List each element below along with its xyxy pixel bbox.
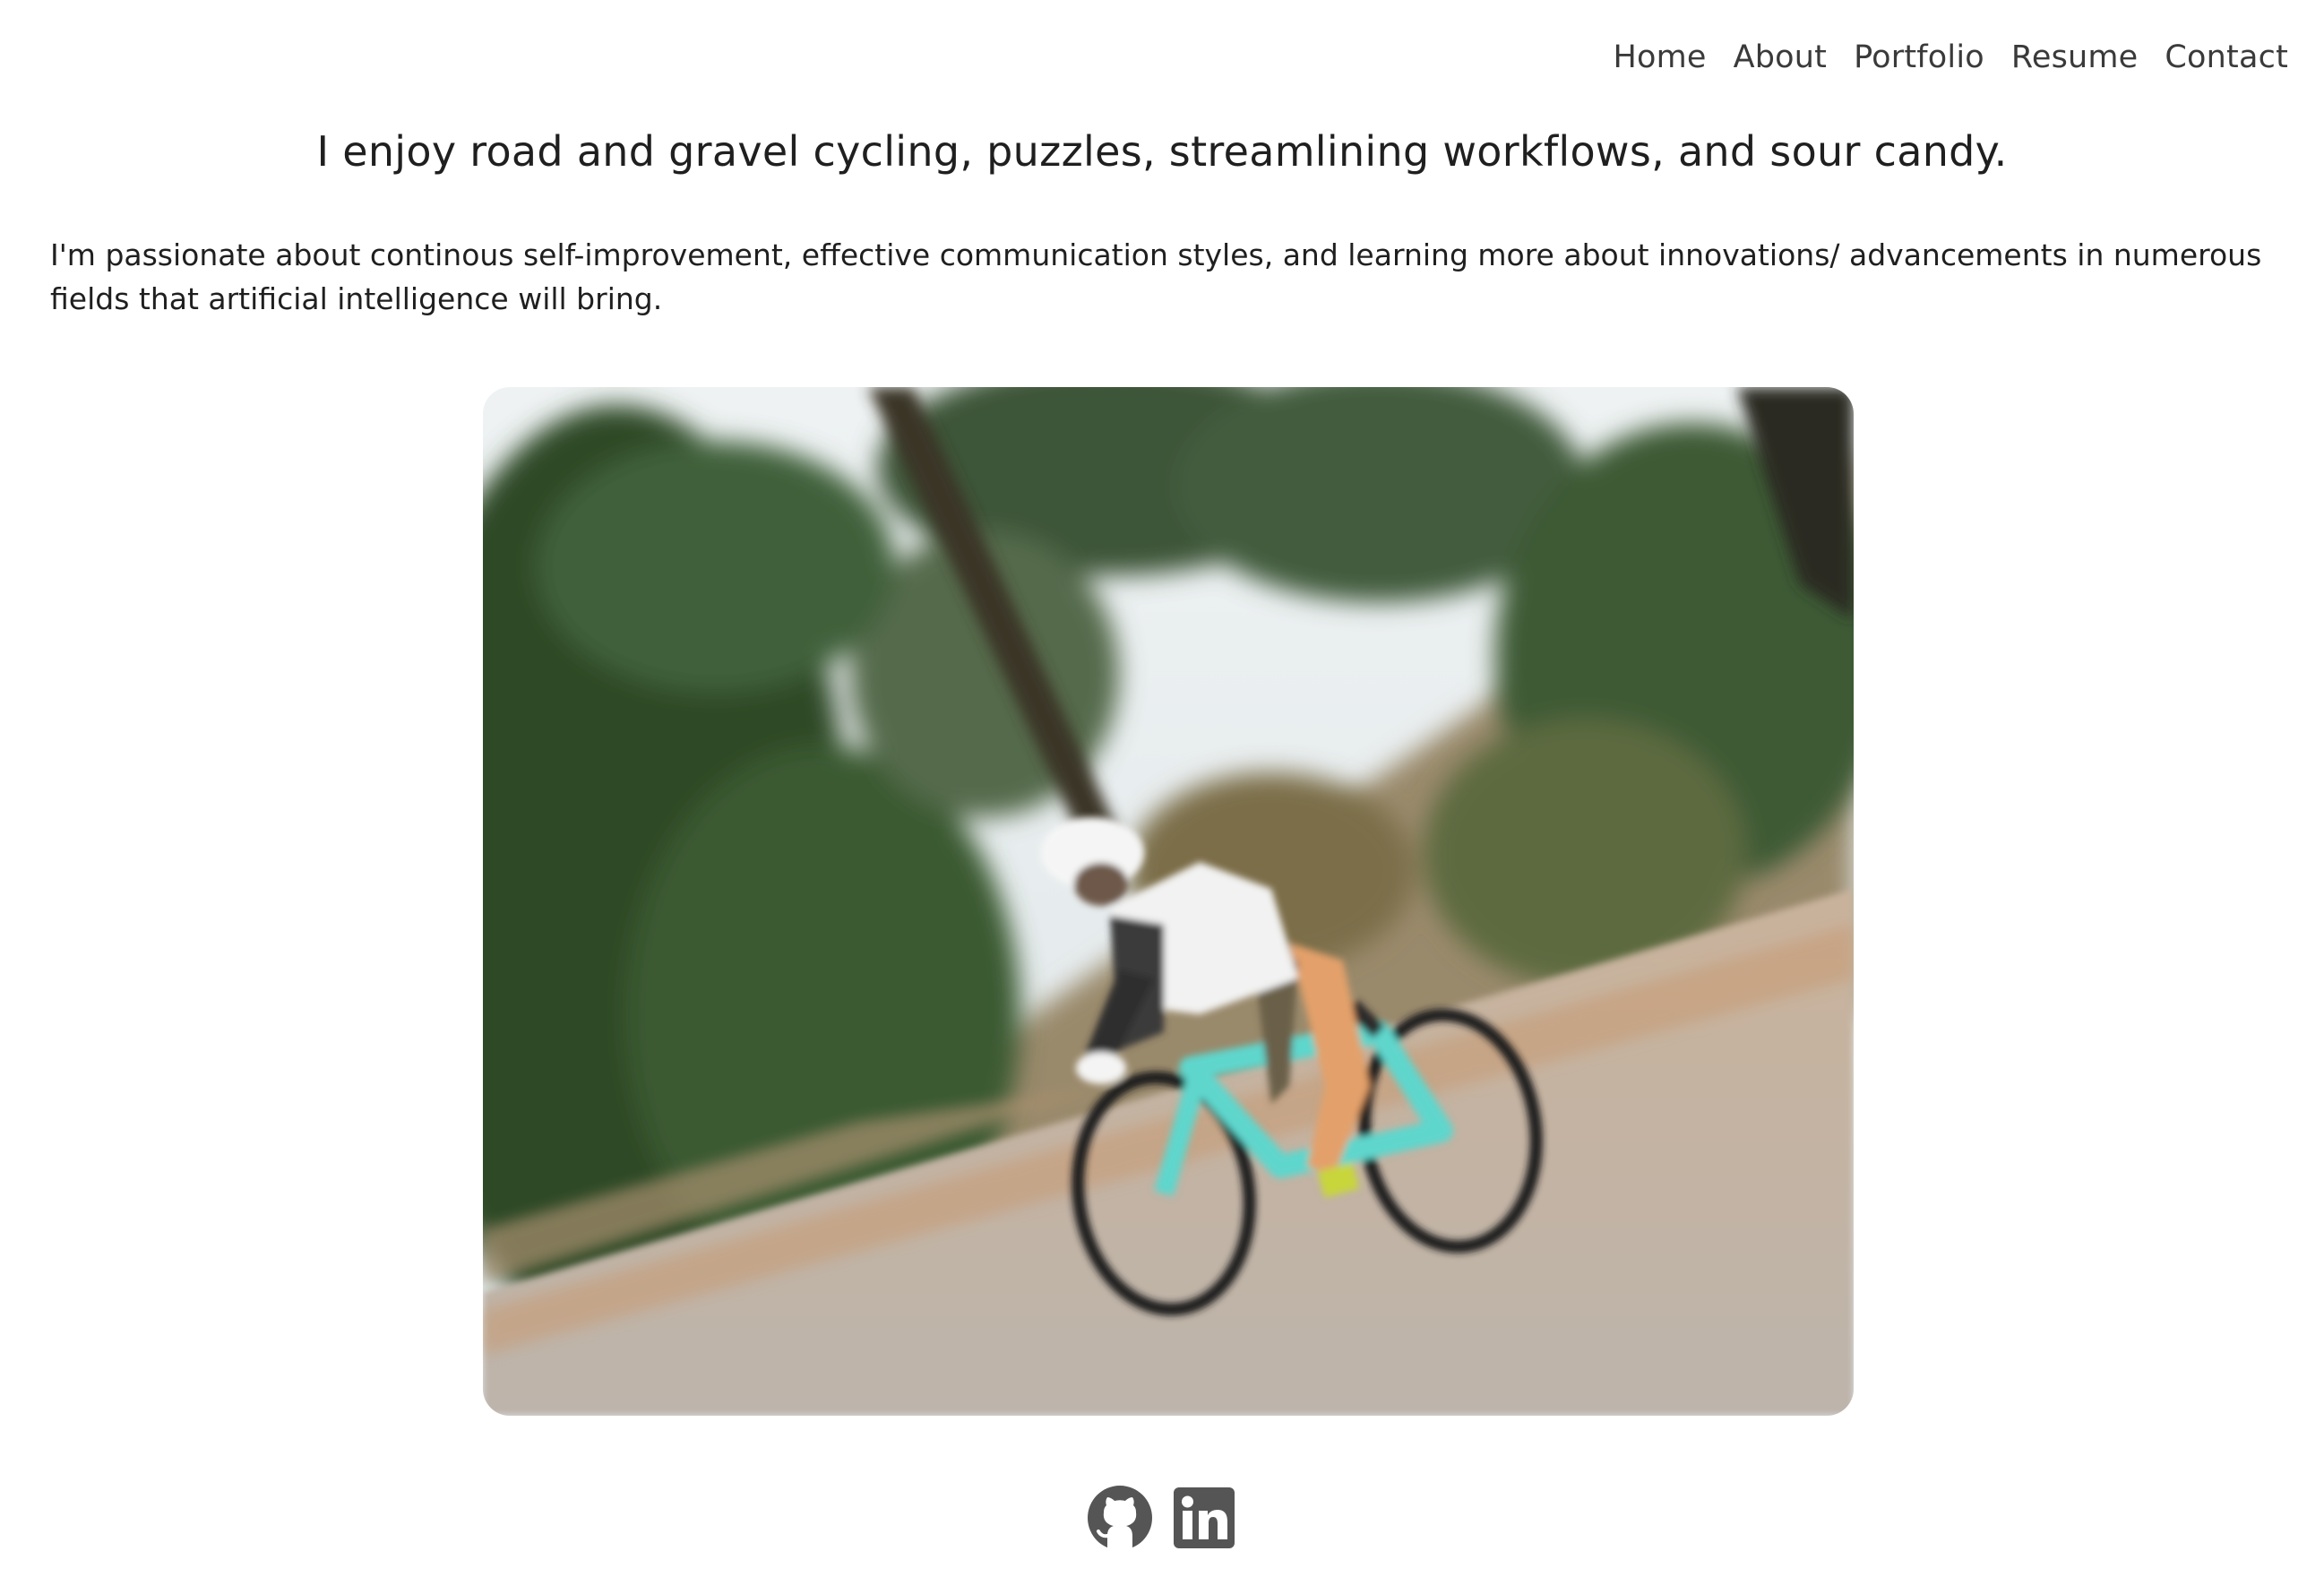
about-bio: I'm passionate about continous self-impr… [50,237,2262,316]
about-page: Home About Portfolio Resume Contact I en… [0,0,2324,1577]
nav-contact-link[interactable]: Contact [2165,39,2288,75]
cyclist-photo [483,387,1854,1416]
nav-portfolio-link[interactable]: Portfolio [1854,39,1984,75]
top-nav: Home About Portfolio Resume Contact [1613,39,2288,75]
linkedin-icon[interactable] [1172,1486,1236,1550]
nav-resume-link[interactable]: Resume [2011,39,2139,75]
about-headline: I enjoy road and gravel cycling, puzzles… [316,127,2008,176]
social-links [0,1486,2324,1550]
nav-about-link[interactable]: About [1734,39,1827,75]
nav-home-link[interactable]: Home [1613,39,1706,75]
github-icon[interactable] [1088,1486,1152,1550]
